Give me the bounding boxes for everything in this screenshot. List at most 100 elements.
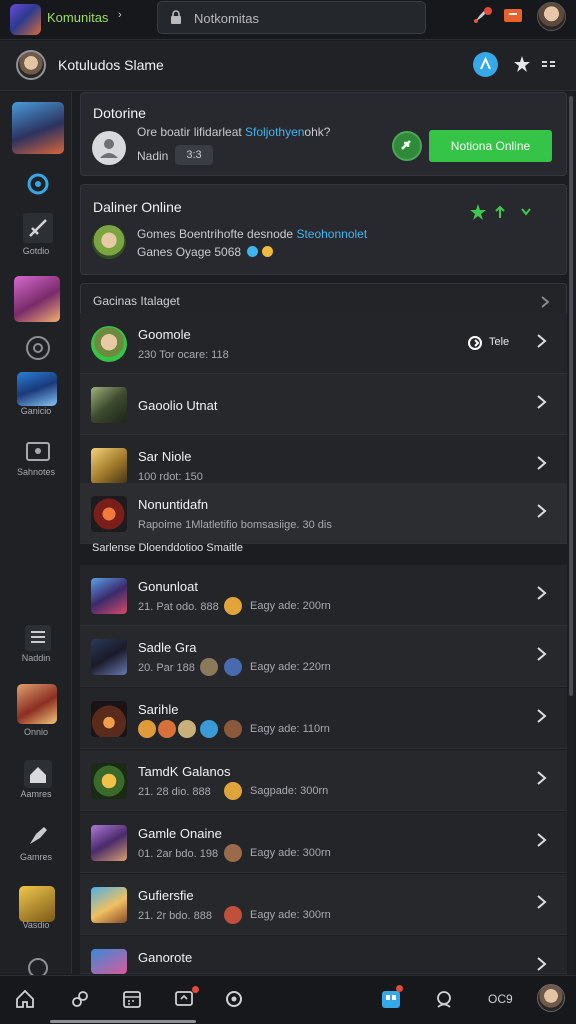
chevron-right-icon[interactable] xyxy=(536,395,548,409)
list-item[interactable]: TamdK Galanos 21. 28 dio. 888 Sagpade: 3… xyxy=(80,750,567,811)
list-item[interactable]: Gufiersfie 21. 2r bdo. 888 Eagy ade: 300… xyxy=(80,874,567,935)
rail-game-thumb-3[interactable] xyxy=(17,372,57,406)
rail-label-8: Vasdio xyxy=(22,920,50,930)
list-item-name: Sadle Gra xyxy=(138,640,197,655)
notification-badge xyxy=(192,986,199,993)
notiona-online-button[interactable]: Notiona Online xyxy=(429,130,552,162)
list-item[interactable]: Sarihle Eagy ade: 110rn xyxy=(80,688,567,749)
avatar-icon xyxy=(178,720,196,738)
chevron-right-icon[interactable] xyxy=(536,771,548,785)
list-item[interactable]: Goomole 230 Tor ocare: 118 Tele xyxy=(80,313,567,374)
online-card: Daliner Online Gomes Boentrihofte desnod… xyxy=(80,184,567,275)
blue-dot-icon xyxy=(247,246,259,257)
document-icon[interactable] xyxy=(22,622,54,654)
rail-label-4: Naddin xyxy=(21,653,51,663)
search-input[interactable]: Notkomitas xyxy=(157,1,426,34)
chevron-right-icon[interactable]: › xyxy=(118,9,122,21)
refresh-icon[interactable] xyxy=(22,168,54,200)
profile-avatar[interactable] xyxy=(16,50,46,80)
user-avatar[interactable] xyxy=(537,984,565,1012)
top-bar: Komunitas › Notkomitas xyxy=(0,0,576,40)
notification-badge xyxy=(396,985,403,992)
chevron-right-icon[interactable] xyxy=(536,334,548,348)
user-avatar[interactable] xyxy=(537,2,566,31)
list-item-name: Nonuntidafn xyxy=(138,497,209,512)
home-icon[interactable] xyxy=(22,758,54,790)
online-card-line2: Ganes Oyage 5068 xyxy=(137,245,273,259)
list-item[interactable]: Gamle Onaine 01. 2ar bdo. 198 Eagy ade: … xyxy=(80,812,567,873)
list-item-thumbnail xyxy=(91,578,127,614)
more-icon[interactable] xyxy=(540,55,558,73)
chevron-right-icon[interactable] xyxy=(536,895,548,909)
list-item[interactable]: Ganorote xyxy=(80,936,567,974)
rail-game-thumb-4[interactable] xyxy=(17,684,57,724)
rail-label-3: Sahnotes xyxy=(16,467,56,477)
list-item-action[interactable]: Tele xyxy=(489,336,509,348)
bottom-bar-text[interactable]: OC9 xyxy=(488,992,513,1006)
chevron-right-icon[interactable] xyxy=(536,709,548,723)
list-item[interactable]: Gonunloat 21. Pat odo. 888 Eagy ade: 200… xyxy=(80,565,567,626)
list-item[interactable]: Sadle Gra 20. Par 188 Eagy ade: 220rn xyxy=(80,626,567,687)
rocket-icon[interactable] xyxy=(22,820,54,852)
coin-icon xyxy=(224,597,242,615)
left-rail: Gotdio Ganicio Sahnotes Naddin Onnio Aam… xyxy=(0,92,72,978)
list-item-avatar xyxy=(91,326,127,362)
status-card-pill: 3:3 xyxy=(175,145,213,165)
rail-game-thumb-2[interactable] xyxy=(14,276,60,322)
chevron-right-icon[interactable] xyxy=(536,957,548,971)
profile-bar: Kotuludos Slame xyxy=(0,41,576,91)
chevron-right-icon[interactable] xyxy=(536,647,548,661)
list-item-name: Gufiersfie xyxy=(138,888,194,903)
avatar-icon xyxy=(224,906,242,924)
sword-icon[interactable] xyxy=(22,212,54,244)
list-item-thumbnail xyxy=(91,701,127,737)
star-icon[interactable] xyxy=(469,203,487,221)
list-item[interactable]: Nonuntidafn Rapoime 1Mlatletifio bomsasi… xyxy=(80,483,567,544)
notification-badge xyxy=(484,7,492,15)
calendar-icon[interactable] xyxy=(121,988,143,1010)
chevron-right-icon[interactable] xyxy=(536,833,548,847)
home-icon[interactable] xyxy=(14,988,36,1010)
list-item-time: Eagy ade: 220rn xyxy=(250,661,331,673)
rail-label-5: Onnio xyxy=(23,727,49,737)
arrow-up-icon[interactable] xyxy=(493,204,507,220)
avatar-icon xyxy=(200,658,218,676)
list-item-time: Eagy ade: 110rn xyxy=(250,723,330,735)
avatar-icon xyxy=(200,720,218,738)
list2-header: Sarlense Dloenddotioo Smaitle xyxy=(92,542,244,554)
app-title[interactable]: Komunitas xyxy=(47,10,108,25)
status-card-title: Dotorine xyxy=(93,105,146,121)
list-item-sub: 21. 28 dio. 888 xyxy=(138,786,211,798)
chevron-down-icon[interactable] xyxy=(521,208,531,216)
people-icon[interactable] xyxy=(433,988,455,1010)
chevron-right-icon[interactable] xyxy=(536,504,548,518)
inbox-icon[interactable] xyxy=(503,6,523,26)
link-button[interactable] xyxy=(392,131,422,161)
tv-icon[interactable] xyxy=(22,436,54,468)
search-icon[interactable] xyxy=(223,988,245,1010)
scrollbar-thumb[interactable] xyxy=(569,96,573,696)
globe-icon[interactable] xyxy=(22,332,54,364)
list-item-thumbnail xyxy=(91,496,127,532)
share-button[interactable] xyxy=(473,52,498,77)
rail-label-7: Gamres xyxy=(19,852,52,862)
chevron-right-icon[interactable] xyxy=(536,586,548,600)
list-item-thumbnail xyxy=(91,949,127,974)
status-card-text: Ore boatir lifidarleat Sfoljothyenohk? xyxy=(137,125,331,139)
list-item-thumbnail xyxy=(91,639,127,675)
rail-game-thumb-5[interactable] xyxy=(19,886,55,922)
chevron-right-icon[interactable] xyxy=(540,296,550,308)
online-card-line1: Gomes Boentrihofte desnode Steohonnolet xyxy=(137,227,368,241)
link-icon xyxy=(401,140,411,150)
refresh-icon[interactable] xyxy=(467,335,483,351)
list-item-time: Eagy ade: 300rn xyxy=(250,909,331,921)
chevron-right-icon[interactable] xyxy=(536,456,548,470)
list-item-sub: 100 rdot: 150 xyxy=(138,471,203,483)
rail-game-thumb-1[interactable] xyxy=(12,102,64,154)
profile-name: Kotuludos Slame xyxy=(58,57,164,73)
list-item-name: Gaoolio Utnat xyxy=(138,398,218,413)
star-icon[interactable] xyxy=(513,55,531,73)
app-logo[interactable] xyxy=(10,4,41,35)
link-icon[interactable] xyxy=(69,988,91,1010)
list-item[interactable]: Gaoolio Utnat xyxy=(80,374,567,435)
